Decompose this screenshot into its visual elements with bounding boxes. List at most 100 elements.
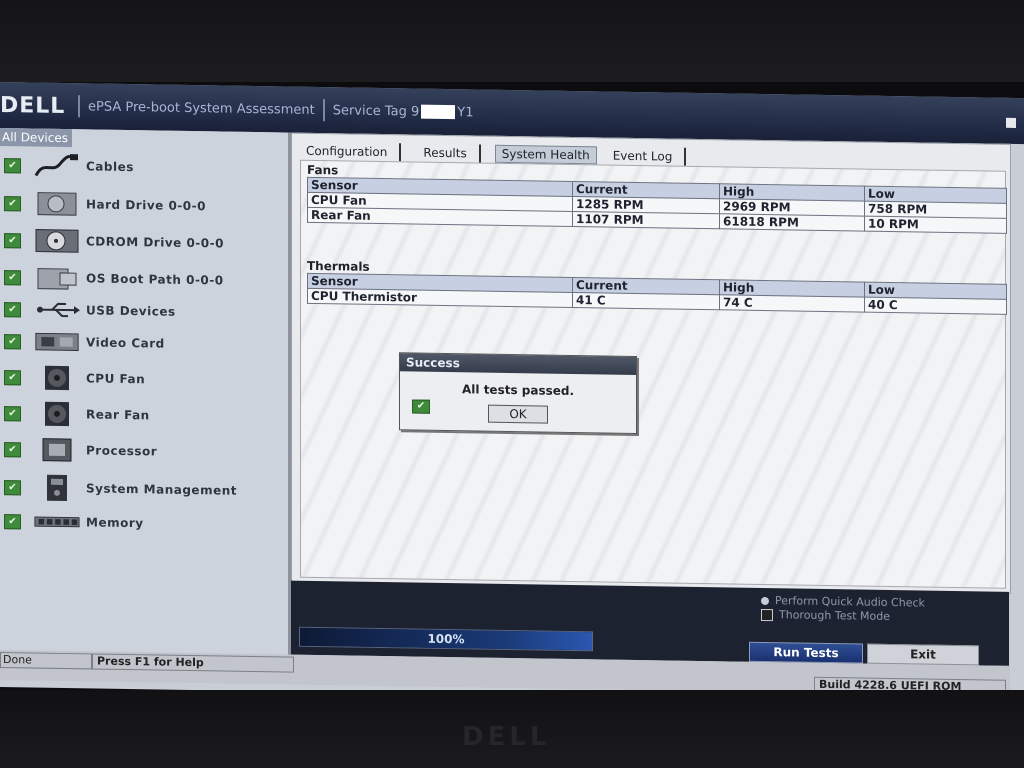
check-icon[interactable]: ✔ — [4, 405, 21, 421]
service-tag: Service Tag 9 Y1 — [333, 103, 474, 120]
exit-button[interactable]: Exit — [867, 643, 979, 666]
status-state: Done — [0, 652, 92, 670]
dialog-message: All tests passed. — [462, 382, 575, 399]
device-item-hard-drive[interactable]: ✔ Hard Drive 0-0-0 — [0, 186, 285, 224]
check-icon[interactable]: ✔ — [4, 157, 21, 173]
cell: Rear Fan — [307, 207, 573, 227]
device-item-cdrom[interactable]: ✔ CDROM Drive 0-0-0 — [0, 223, 285, 261]
device-label: Rear Fan — [86, 407, 150, 423]
screen: DELL ePSA Pre-boot System Assessment Ser… — [0, 82, 1024, 704]
redaction-box — [421, 104, 456, 120]
check-icon[interactable]: ✔ — [4, 369, 21, 385]
fan-icon — [34, 399, 80, 430]
device-item-rear-fan[interactable]: ✔ Rear Fan — [0, 396, 285, 434]
success-dialog: Success All tests passed. ✔ OK — [399, 352, 637, 435]
quick-audio-option[interactable]: Perform Quick Audio Check — [761, 594, 925, 610]
all-devices-node[interactable]: All Devices — [0, 128, 72, 148]
device-label: System Management — [86, 481, 237, 498]
thorough-mode-option[interactable]: Thorough Test Mode — [761, 608, 890, 623]
column-header: High — [719, 279, 865, 298]
column-header: High — [719, 183, 865, 202]
device-list: All Devices ✔ Cables ✔ Hard Drive 0-0-0 … — [0, 128, 291, 655]
progress-label: 100% — [427, 631, 465, 647]
device-item-system-management[interactable]: ✔ System Management — [0, 470, 285, 508]
main-panel: Configuration Results System Health Even… — [291, 132, 1011, 594]
device-item-processor[interactable]: ✔ Processor — [0, 432, 285, 470]
device-label: CPU Fan — [86, 371, 146, 387]
fans-title: Fans — [307, 162, 339, 178]
device-label: USB Devices — [86, 303, 176, 319]
fans-table: Sensor Current High Low CPU Fan 1285 RPM… — [307, 177, 1007, 234]
app-title: ePSA Pre-boot System Assessment — [88, 98, 315, 118]
column-header: Current — [572, 277, 720, 295]
device-label: OS Boot Path 0-0-0 — [86, 271, 224, 288]
column-header: Low — [864, 282, 1007, 300]
quick-audio-label: Perform Quick Audio Check — [775, 594, 925, 610]
check-icon[interactable]: ✔ — [4, 513, 21, 529]
device-item-video-card[interactable]: ✔ Video Card — [0, 324, 285, 362]
fan-icon — [34, 363, 80, 394]
usb-icon — [34, 295, 80, 326]
memory-icon — [34, 507, 80, 538]
cell: CPU Thermistor — [307, 288, 573, 308]
thermals-table: Sensor Current High Low CPU Thermistor 4… — [307, 273, 1007, 315]
cable-icon — [34, 151, 80, 182]
cell: 74 C — [719, 294, 865, 313]
boot-path-icon — [34, 263, 80, 294]
column-header: Current — [572, 181, 720, 199]
status-help: Press F1 for Help — [92, 653, 294, 673]
cell: 1107 RPM — [572, 211, 720, 229]
monitor-logo: DELL — [462, 722, 551, 752]
monitor-bezel-top — [0, 0, 1024, 82]
tab-results[interactable]: Results — [421, 143, 481, 163]
cdrom-icon — [34, 226, 80, 257]
device-label: Hard Drive 0-0-0 — [86, 197, 206, 214]
check-icon[interactable]: ✔ — [4, 301, 21, 317]
thorough-mode-label: Thorough Test Mode — [779, 608, 890, 623]
check-icon[interactable]: ✔ — [4, 232, 21, 248]
dell-logo: DELL — [0, 92, 66, 119]
tab-configuration[interactable]: Configuration — [304, 141, 402, 162]
cell: 1285 RPM — [572, 196, 720, 214]
system-management-icon — [34, 473, 80, 504]
cell: 2969 RPM — [719, 198, 865, 217]
device-item-cpu-fan[interactable]: ✔ CPU Fan — [0, 360, 285, 398]
column-header: Low — [864, 186, 1007, 204]
radio-icon[interactable] — [761, 596, 769, 605]
checkbox-icon[interactable] — [761, 608, 773, 621]
dialog-title: Success — [400, 353, 636, 375]
run-tests-button[interactable]: Run Tests — [749, 641, 863, 664]
success-check-icon: ✔ — [412, 399, 430, 414]
video-card-icon — [34, 327, 80, 358]
device-label: CDROM Drive 0-0-0 — [86, 234, 224, 251]
tab-system-health[interactable]: System Health — [494, 144, 597, 165]
cell: 41 C — [572, 292, 720, 310]
check-icon[interactable]: ✔ — [4, 441, 21, 457]
service-tag-suffix: Y1 — [457, 104, 474, 120]
check-icon[interactable]: ✔ — [4, 479, 21, 495]
cell: 758 RPM — [864, 201, 1007, 219]
service-tag-prefix: Service Tag 9 — [332, 102, 420, 120]
processor-icon — [34, 435, 80, 466]
cell: 61818 RPM — [719, 213, 865, 232]
system-health-content: Fans Sensor Current High Low CPU Fan 128… — [300, 159, 1007, 589]
tab-event-log[interactable]: Event Log — [610, 146, 687, 166]
check-icon[interactable]: ✔ — [4, 269, 21, 285]
check-icon[interactable]: ✔ — [4, 195, 21, 211]
progress-bar: 100% — [299, 626, 593, 652]
device-label: Video Card — [86, 335, 165, 351]
cell: 10 RPM — [864, 216, 1007, 234]
title-separator — [78, 95, 80, 118]
check-icon[interactable]: ✔ — [4, 333, 21, 349]
control-area: Perform Quick Audio Check Thorough Test … — [291, 580, 1009, 666]
device-item-cables[interactable]: ✔ Cables — [0, 148, 285, 186]
thermals-title: Thermals — [307, 258, 370, 274]
ok-button[interactable]: OK — [488, 404, 548, 424]
device-label: Memory — [86, 515, 144, 531]
cell: 40 C — [864, 297, 1007, 315]
hard-drive-icon — [34, 189, 80, 220]
device-label: Processor — [86, 443, 158, 459]
device-label: Cables — [86, 159, 134, 175]
window-control[interactable] — [1006, 117, 1016, 128]
device-item-memory[interactable]: ✔ Memory — [0, 504, 285, 542]
